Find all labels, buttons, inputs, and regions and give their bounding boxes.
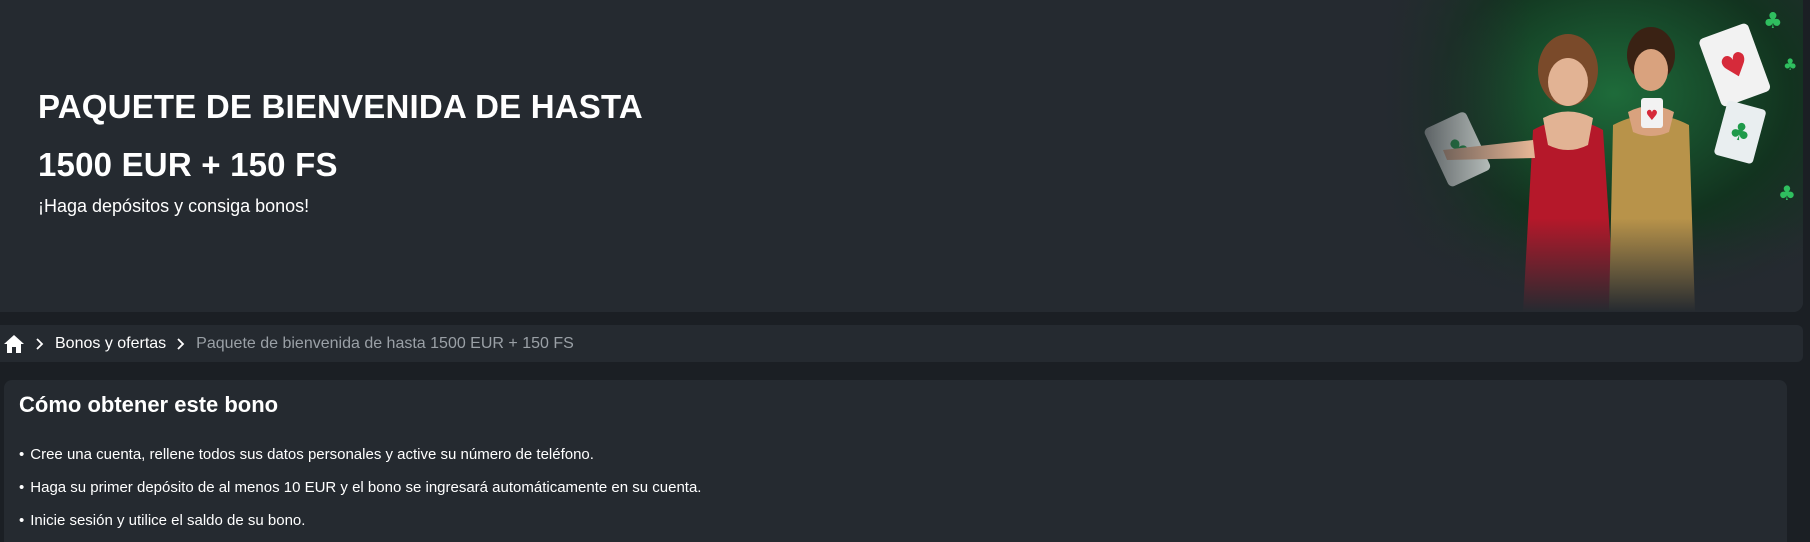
home-icon[interactable]: [3, 334, 25, 354]
casino-dealers-image: ♣ ♥ ♣ ♣ ♣ ♣ ♥: [1383, 0, 1803, 312]
bonus-instructions-card: Cómo obtener este bono Cree una cuenta, …: [4, 380, 1787, 542]
banner-title-line1: PAQUETE DE BIENVENIDA DE HASTA: [38, 88, 643, 125]
list-item: Haga su primer depósito de al menos 10 E…: [19, 475, 701, 508]
breadcrumb-link-bonuses[interactable]: Bonos y ofertas: [55, 335, 166, 353]
breadcrumb-current: Paquete de bienvenida de hasta 1500 EUR …: [196, 334, 574, 352]
card-title: Cómo obtener este bono: [19, 392, 279, 417]
list-item: Cree una cuenta, rellene todos sus datos…: [19, 442, 701, 475]
chevron-right-icon: [176, 337, 186, 350]
steps-list: Cree una cuenta, rellene todos sus datos…: [19, 442, 701, 541]
bonus-page: PAQUETE DE BIENVENIDA DE HASTA 1500 EUR …: [0, 0, 1810, 542]
banner-title: PAQUETE DE BIENVENIDA DE HASTA 1500 EUR …: [38, 78, 738, 194]
breadcrumb: Bonos y ofertas Paquete de bienvenida de…: [0, 325, 1803, 362]
list-item: Inicie sesión y utilice el saldo de su b…: [19, 508, 701, 541]
chevron-right-icon: [35, 337, 45, 350]
banner-title-line2: 1500 EUR + 150 FS: [38, 146, 338, 183]
welcome-banner: PAQUETE DE BIENVENIDA DE HASTA 1500 EUR …: [0, 0, 1803, 312]
banner-subtitle: ¡Haga depósitos y consiga bonos!: [38, 196, 310, 216]
